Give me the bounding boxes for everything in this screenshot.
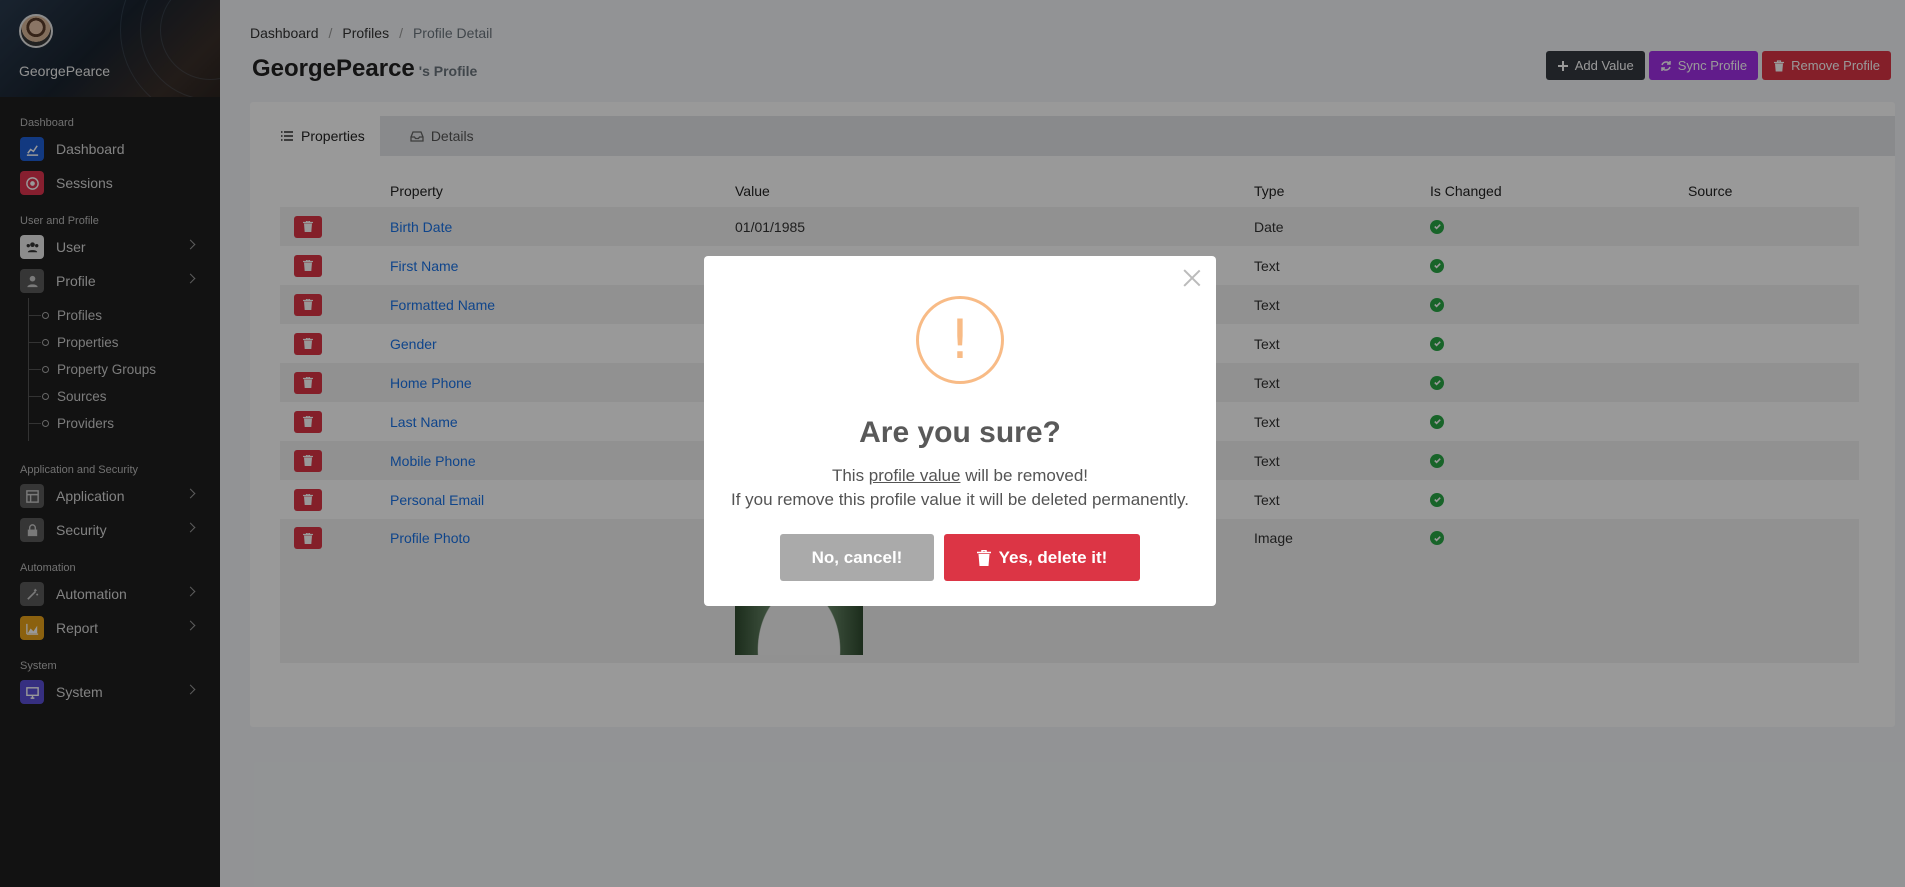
- confirm-delete-button[interactable]: Yes, delete it!: [944, 534, 1140, 581]
- dialog-message-line2: If you remove this profile value it will…: [731, 490, 1189, 509]
- warning-icon: !: [916, 296, 1004, 384]
- message-highlight: profile value: [868, 466, 961, 485]
- dialog-message-line1: This profile value will be removed!: [704, 464, 1216, 488]
- close-icon[interactable]: [1182, 268, 1202, 288]
- confirm-dialog: ! Are you sure? This profile value will …: [704, 256, 1216, 606]
- cancel-button[interactable]: No, cancel!: [780, 534, 934, 581]
- dialog-title: Are you sure?: [859, 416, 1061, 449]
- cancel-label: No, cancel!: [811, 547, 903, 567]
- trash-icon: [976, 549, 991, 566]
- message-text: This: [831, 466, 869, 485]
- confirm-label: Yes, delete it!: [998, 547, 1108, 567]
- dialog-message: This profile value will be removed! If y…: [704, 464, 1216, 512]
- dialog-actions: No, cancel! Yes, delete it!: [704, 534, 1216, 581]
- message-text: will be removed!: [960, 466, 1089, 485]
